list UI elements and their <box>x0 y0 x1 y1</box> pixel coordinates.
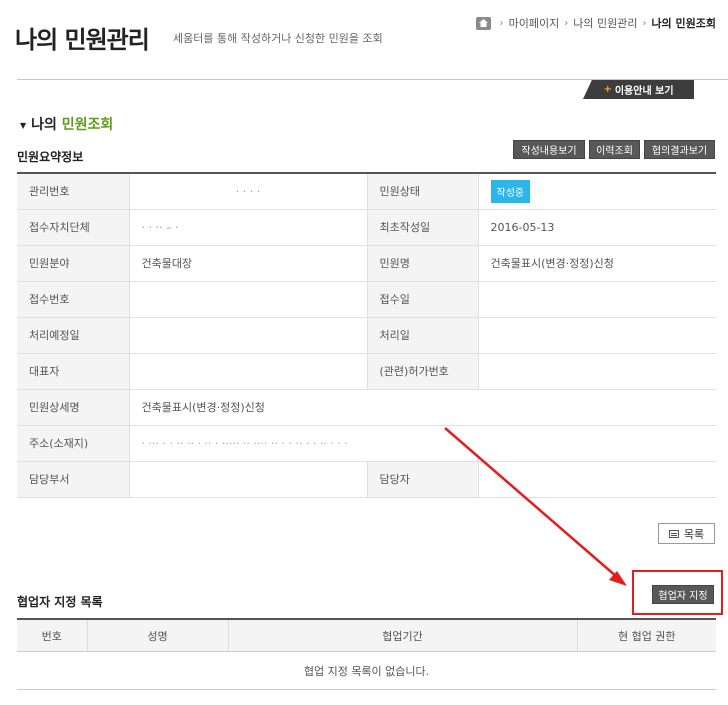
list-button-label: 목록 <box>683 527 705 541</box>
breadcrumb-separator: › <box>564 17 569 29</box>
department-label: 담당부서 <box>17 461 130 498</box>
permit-number-value <box>478 353 716 390</box>
consultation-result-button[interactable]: 협의결과보기 <box>644 140 715 159</box>
table-row: 접수번호 접수일 <box>17 281 716 318</box>
section-heading: ▼ 나의 민원조회 <box>20 114 113 134</box>
process-date-label: 처리일 <box>366 317 479 354</box>
list-button[interactable]: 목록 <box>658 523 715 544</box>
status-badge: 작성중 <box>490 179 531 203</box>
expected-process-date-value <box>129 317 367 354</box>
department-value <box>129 461 367 498</box>
complaint-status-cell: 작성중 <box>478 173 716 210</box>
highlight-box <box>632 570 723 615</box>
complaint-name-label: 민원명 <box>366 245 479 282</box>
empty-list-message: 협업 지정 목록이 없습니다. <box>17 651 716 690</box>
breadcrumb-separator: › <box>642 17 647 29</box>
complaint-detail-name-label: 민원상세명 <box>17 389 130 426</box>
usage-guide-button[interactable]: + 이용안내 보기 <box>583 80 694 99</box>
address-value: · ··· · · ·· ·· · ·· · ····· ·· ···· ·· … <box>129 425 716 462</box>
table-row: 대표자 (관련)허가번호 <box>17 353 716 390</box>
complaint-summary-table: 관리번호 · · · · 민원상태 작성중 접수자치단체 · · ·· – · … <box>17 172 716 498</box>
representative-value <box>129 353 367 390</box>
receiving-authority-label: 접수자치단체 <box>17 209 130 246</box>
usage-guide-label: 이용안내 보기 <box>614 86 674 97</box>
complaint-field-value: 건축물대장 <box>129 245 367 282</box>
receipt-date-value <box>478 281 716 318</box>
list-icon <box>668 529 679 538</box>
breadcrumb-current: 나의 민원조회 <box>651 17 716 30</box>
first-written-date-label: 최초작성일 <box>366 209 479 246</box>
complaint-detail-name-value: 건축물표시(변경·정정)신청 <box>129 389 716 426</box>
triangle-down-icon: ▼ <box>20 120 27 130</box>
view-content-button[interactable]: 작성내용보기 <box>513 140 585 159</box>
table-row: 민원상세명 건축물표시(변경·정정)신청 <box>17 389 716 426</box>
breadcrumb-item-mypage[interactable]: 마이페이지 <box>509 15 560 31</box>
table-row: 주소(소재지) · ··· · · ·· ·· · ·· · ····· ·· … <box>17 425 716 462</box>
process-date-value <box>478 317 716 354</box>
header-divider <box>17 79 728 80</box>
column-name: 성명 <box>87 619 229 652</box>
section-heading-highlight: 민원조회 <box>61 117 114 133</box>
management-number-label: 관리번호 <box>17 173 130 210</box>
table-row: 민원분야 건축물대장 민원명 건축물표시(변경·정정)신청 <box>17 245 716 282</box>
first-written-date-value: 2016-05-13 <box>478 209 716 246</box>
column-period: 협업기간 <box>228 619 578 652</box>
page-subtitle: 세움터를 통해 작성하거나 신청한 민원을 조회 <box>173 32 383 45</box>
table-header-row: 번호 성명 협업기간 현 협업 권한 <box>17 619 716 652</box>
breadcrumb-item-complaint-management[interactable]: 나의 민원관리 <box>573 15 637 31</box>
collaborator-list-heading: 협업자 지정 목록 <box>17 595 103 609</box>
receipt-number-label: 접수번호 <box>17 281 130 318</box>
representative-label: 대표자 <box>17 353 130 390</box>
history-button[interactable]: 이력조회 <box>589 140 640 159</box>
table-row: 협업 지정 목록이 없습니다. <box>17 651 716 690</box>
plus-icon: + <box>603 84 612 95</box>
table-row: 관리번호 · · · · 민원상태 작성중 <box>17 173 716 210</box>
summary-heading: 민원요약정보 <box>17 150 84 164</box>
expected-process-date-label: 처리예정일 <box>17 317 130 354</box>
management-number-value: · · · · <box>129 173 367 210</box>
receipt-date-label: 접수일 <box>366 281 479 318</box>
table-row: 접수자치단체 · · ·· – · 최초작성일 2016-05-13 <box>17 209 716 246</box>
permit-number-label: (관련)허가번호 <box>366 353 479 390</box>
collaborator-table: 번호 성명 협업기간 현 협업 권한 협업 지정 목록이 없습니다. <box>17 618 716 690</box>
home-icon[interactable] <box>475 16 491 30</box>
breadcrumb-separator: › <box>499 17 504 29</box>
address-label: 주소(소재지) <box>17 425 130 462</box>
column-number: 번호 <box>17 619 88 652</box>
table-row: 담당부서 담당자 <box>17 461 716 498</box>
person-in-charge-value <box>478 461 716 498</box>
complaint-field-label: 민원분야 <box>17 245 130 282</box>
receipt-number-value <box>129 281 367 318</box>
table-row: 처리예정일 처리일 <box>17 317 716 354</box>
complaint-status-label: 민원상태 <box>366 173 479 210</box>
breadcrumb: › 마이페이지 › 나의 민원관리 › 나의 민원조회 <box>475 15 716 31</box>
person-in-charge-label: 담당자 <box>366 461 479 498</box>
receiving-authority-value: · · ·· – · <box>129 209 367 246</box>
page-title: 나의 민원관리 <box>15 26 150 54</box>
section-heading-prefix: 나의 <box>31 117 62 133</box>
column-permission: 현 협업 권한 <box>577 619 716 652</box>
complaint-name-value: 건축물표시(변경·정정)신청 <box>478 245 716 282</box>
